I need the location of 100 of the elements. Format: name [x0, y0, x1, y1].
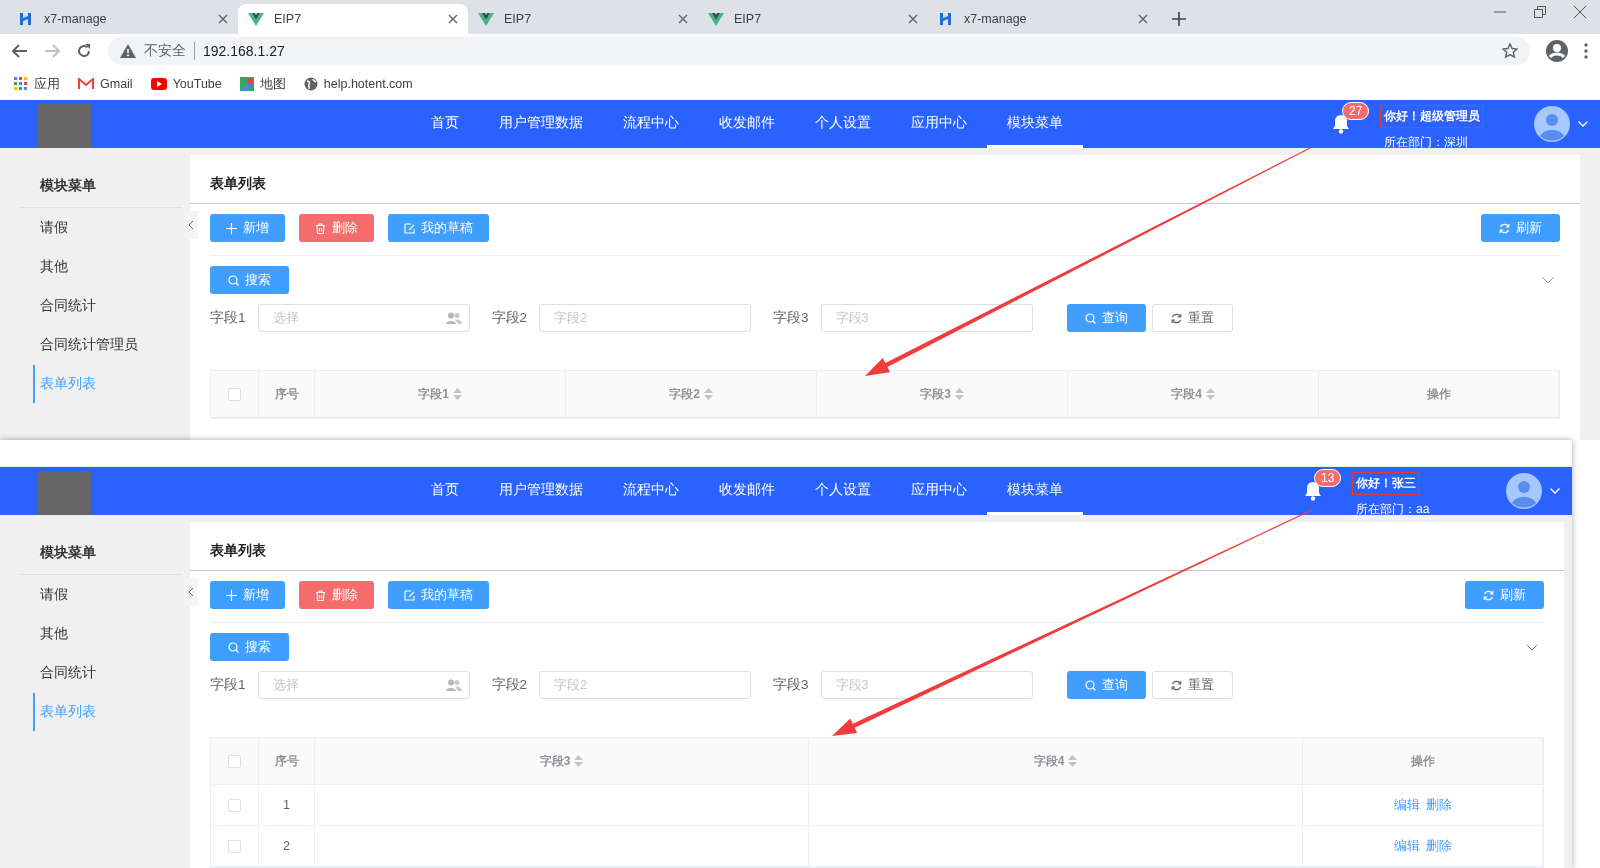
bookmark-link[interactable]: help.hotent.com	[323, 77, 413, 91]
input-field[interactable]: 字段2	[539, 304, 752, 332]
sidebar-title: 模块菜单	[20, 155, 182, 208]
close-icon[interactable]	[218, 14, 228, 24]
action-link[interactable]: 编辑	[1393, 837, 1420, 855]
play-button-icon	[150, 78, 167, 90]
sidebar-item[interactable]: 请假	[20, 209, 182, 247]
column-header[interactable]: 字段2	[566, 371, 817, 418]
column-header[interactable]: 字段4	[809, 738, 1303, 785]
nav-item[interactable]: 流程中心	[603, 467, 699, 515]
column-header[interactable]: 字段1	[315, 371, 566, 418]
action-link[interactable]: 删除	[1425, 837, 1452, 855]
h-letter-logo-icon	[938, 11, 954, 27]
avatar-icon[interactable]	[1534, 106, 1570, 142]
column-header[interactable]: 字段3	[817, 371, 1068, 418]
nav-item[interactable]: 首页	[411, 100, 479, 148]
browser-tab[interactable]: x7-manage	[928, 4, 1158, 34]
sidebar-item[interactable]: 合同统计	[20, 654, 182, 692]
plus-icon[interactable]	[1172, 12, 1186, 26]
close-icon[interactable]	[448, 14, 458, 24]
column-header: 序号	[259, 738, 315, 785]
action-link[interactable]: 删除	[1425, 796, 1452, 814]
profile-icon[interactable]	[1546, 40, 1568, 62]
drafts-button[interactable]: 我的草稿	[388, 214, 489, 242]
sidebar-item[interactable]: 请假	[20, 576, 182, 614]
row-checkbox[interactable]	[228, 839, 241, 853]
nav-item[interactable]: 用户管理数据	[479, 467, 603, 515]
query-button[interactable]: 查询	[1066, 304, 1146, 332]
nav-item[interactable]: 应用中心	[891, 100, 987, 148]
sidebar-item[interactable]: 表单列表	[33, 693, 182, 731]
bell-icon[interactable]	[1304, 481, 1322, 501]
query-button[interactable]: 查询	[1066, 671, 1146, 699]
close-icon[interactable]	[1574, 6, 1586, 18]
nav-item[interactable]: 收发邮件	[699, 100, 795, 148]
field-label: 字段3	[773, 676, 809, 694]
input-field[interactable]: 字段2	[539, 671, 752, 699]
star-icon[interactable]	[1502, 43, 1518, 59]
search-icon	[228, 274, 239, 286]
add-button[interactable]: 新增	[210, 581, 285, 609]
logo-placeholder	[38, 471, 91, 515]
bookmark-link[interactable]: Gmail	[100, 77, 133, 91]
browser-tab[interactable]: EIP7	[238, 4, 468, 34]
bookmark-link[interactable]: 地图	[259, 75, 286, 93]
more-vertical-icon[interactable]	[1584, 43, 1588, 59]
reset-button[interactable]: 重置	[1151, 304, 1233, 332]
sidebar-item[interactable]: 其他	[20, 615, 182, 653]
sidebar-item[interactable]: 表单列表	[33, 365, 182, 403]
input-field[interactable]: 字段3	[820, 304, 1033, 332]
nav-item[interactable]: 流程中心	[603, 100, 699, 148]
search-button[interactable]: 搜索	[210, 633, 289, 661]
select-all-checkbox[interactable]	[228, 387, 241, 401]
field-label: 字段2	[491, 676, 528, 694]
add-button[interactable]: 新增	[210, 214, 285, 242]
input-field[interactable]: 选择	[257, 671, 470, 699]
nav-item[interactable]: 首页	[411, 467, 479, 515]
input-field[interactable]: 选择	[257, 304, 470, 332]
refresh-icon	[1170, 679, 1182, 691]
address-bar[interactable]: 不安全 192.168.1.27	[108, 37, 1530, 65]
close-icon[interactable]	[908, 14, 918, 24]
close-icon[interactable]	[678, 14, 688, 24]
chevron-down-icon[interactable]	[1526, 643, 1538, 651]
column-header[interactable]: 字段4	[1068, 371, 1319, 418]
sidebar-item[interactable]: 合同统计管理员	[20, 326, 182, 364]
search-icon	[1084, 679, 1096, 691]
plus-icon	[226, 222, 237, 234]
nav-item[interactable]: 个人设置	[795, 467, 891, 515]
globe-icon	[303, 77, 318, 91]
row-checkbox[interactable]	[228, 798, 241, 812]
nav-item[interactable]: 收发邮件	[699, 467, 795, 515]
bookmark-link[interactable]: 应用	[34, 75, 60, 93]
delete-button[interactable]: 删除	[299, 214, 374, 242]
reset-button[interactable]: 重置	[1151, 671, 1233, 699]
browser-tab[interactable]: x7-manage	[8, 4, 238, 34]
apps-grid-icon	[14, 77, 28, 91]
back-arrow-icon[interactable]	[12, 44, 28, 58]
refresh-button[interactable]: 刷新	[1465, 581, 1544, 609]
reload-icon[interactable]	[76, 43, 92, 59]
nav-item[interactable]: 个人设置	[795, 100, 891, 148]
chevron-down-icon[interactable]	[1542, 276, 1554, 284]
warning-icon	[120, 44, 136, 58]
search-button[interactable]: 搜索	[210, 266, 289, 294]
refresh-button[interactable]: 刷新	[1481, 214, 1560, 242]
bookmark-link[interactable]: YouTube	[172, 77, 222, 91]
column-header: 操作	[1303, 738, 1543, 785]
bell-icon[interactable]	[1332, 114, 1350, 134]
delete-button[interactable]: 删除	[299, 581, 374, 609]
close-icon[interactable]	[1138, 14, 1148, 24]
nav-item[interactable]: 应用中心	[891, 467, 987, 515]
drafts-button[interactable]: 我的草稿	[388, 581, 489, 609]
nav-item[interactable]: 用户管理数据	[479, 100, 603, 148]
select-all-checkbox[interactable]	[228, 754, 241, 768]
input-field[interactable]: 字段3	[820, 671, 1033, 699]
browser-tab[interactable]: EIP7	[468, 4, 698, 34]
sidebar-item[interactable]: 其他	[20, 248, 182, 286]
avatar-icon[interactable]	[1506, 473, 1542, 509]
action-link[interactable]: 编辑	[1393, 796, 1420, 814]
column-header[interactable]: 字段3	[315, 738, 809, 785]
sidebar-item[interactable]: 合同统计	[20, 287, 182, 325]
browser-tab[interactable]: EIP7	[698, 4, 928, 34]
restore-icon[interactable]	[1534, 6, 1546, 18]
